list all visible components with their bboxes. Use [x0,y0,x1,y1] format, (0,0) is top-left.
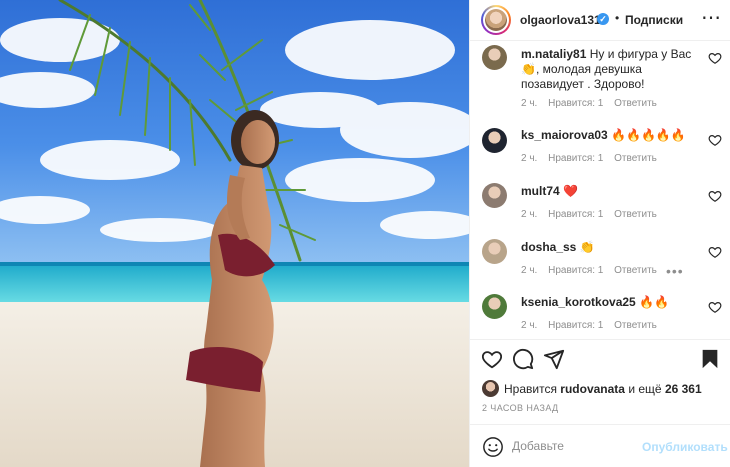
comment-text: ❤️ [563,184,578,198]
comment-meta: 2 ч. Нравится: 1 Ответить [521,98,665,109]
comment-likes[interactable]: Нравится: 1 [548,265,603,276]
comment-time: 2 ч. [521,265,538,276]
commenter-avatar[interactable] [482,45,507,70]
comment-options-icon[interactable]: ••• [666,263,684,279]
post-photo[interactable] [0,0,469,467]
author-avatar[interactable] [481,5,511,35]
comment-body: ks_maiorova03 🔥🔥🔥🔥🔥 [521,128,699,143]
comment-body: ksenia_korotkova25 🔥🔥 [521,295,699,310]
comment-likes[interactable]: Нравится: 1 [548,320,603,331]
post-header: olgaorlova1311 ✓ • Подписки ⋯ [470,0,730,41]
reply-button[interactable]: Ответить [614,98,657,109]
send-icon[interactable] [543,348,565,370]
comment-time: 2 ч. [521,320,538,331]
comment-text: 🔥🔥 [639,295,669,309]
liker-avatar[interactable] [482,380,499,397]
comments-list[interactable]: m.nataliy81 Ну и фигура у Вас👏, молодая … [470,41,730,339]
beach-photo [0,0,469,467]
following-button[interactable]: Подписки [625,13,683,27]
post-timestamp[interactable]: 2 ЧАСОВ НАЗАД [482,403,559,413]
add-comment-bar: Опубликовать [470,424,730,467]
comment-time: 2 ч. [521,98,538,109]
smiley-icon[interactable] [482,436,504,458]
comment-meta: 2 ч. Нравится: 1 Ответить [521,153,665,164]
reply-button[interactable]: Ответить [614,265,657,276]
comment-text: 🔥🔥🔥🔥🔥 [611,128,686,142]
like-comment-heart-icon[interactable] [708,51,722,65]
author-username[interactable]: olgaorlova1311 [520,13,607,27]
reply-button[interactable]: Ответить [614,320,657,331]
comment-username[interactable]: ksenia_korotkova25 [521,295,636,309]
like-comment-heart-icon[interactable] [708,300,722,314]
like-comment-heart-icon[interactable] [708,245,722,259]
reply-button[interactable]: Ответить [614,153,657,164]
verified-badge-icon: ✓ [597,13,609,25]
comment-likes[interactable]: Нравится: 1 [548,98,603,109]
likes-summary[interactable]: Нравится rudovanata и ещё 26 361 [504,382,702,396]
comment-username[interactable]: ks_maiorova03 [521,128,608,142]
comment-body: dosha_ss 👏 [521,240,699,255]
comment-text: 👏 [579,240,595,254]
likes-prefix: Нравится [504,382,557,396]
comment-time: 2 ч. [521,153,538,164]
post-side-panel: olgaorlova1311 ✓ • Подписки ⋯ m.nataliy8… [469,0,730,467]
heart-icon[interactable] [481,348,503,370]
comment-body: m.nataliy81 Ну и фигура у Вас👏, молодая … [521,47,699,92]
publish-button[interactable]: Опубликовать [642,440,728,454]
commenter-avatar[interactable] [482,294,507,319]
post-viewer: olgaorlova1311 ✓ • Подписки ⋯ m.nataliy8… [0,0,730,467]
comment-likes[interactable]: Нравится: 1 [548,209,603,220]
commenter-avatar[interactable] [482,128,507,153]
comment-username[interactable]: m.nataliy81 [521,47,586,61]
like-comment-heart-icon[interactable] [708,189,722,203]
comment-username[interactable]: mult74 [521,184,560,198]
more-options-icon[interactable]: ⋯ [701,8,721,28]
comment-username[interactable]: dosha_ss [521,240,576,254]
comment-meta: 2 ч. Нравится: 1 Ответить [521,320,665,331]
likes-user[interactable]: rudovanata [560,382,625,396]
header-separator: • [615,11,620,25]
likes-mid: и ещё [628,382,662,396]
like-comment-heart-icon[interactable] [708,133,722,147]
comment-meta: 2 ч. Нравится: 1 Ответить [521,209,665,220]
comment-likes[interactable]: Нравится: 1 [548,153,603,164]
commenter-avatar[interactable] [482,239,507,264]
commenter-avatar[interactable] [482,183,507,208]
comment-meta: 2 ч. Нравится: 1 Ответить [521,265,665,276]
comment-body: mult74 ❤️ [521,184,699,199]
likes-count[interactable]: 26 361 [665,382,702,396]
reply-button[interactable]: Ответить [614,209,657,220]
comment-time: 2 ч. [521,209,538,220]
bookmark-icon[interactable] [699,348,721,370]
post-actions: Нравится rudovanata и ещё 26 361 2 ЧАСОВ… [470,339,730,419]
comment-bubble-icon[interactable] [512,348,534,370]
